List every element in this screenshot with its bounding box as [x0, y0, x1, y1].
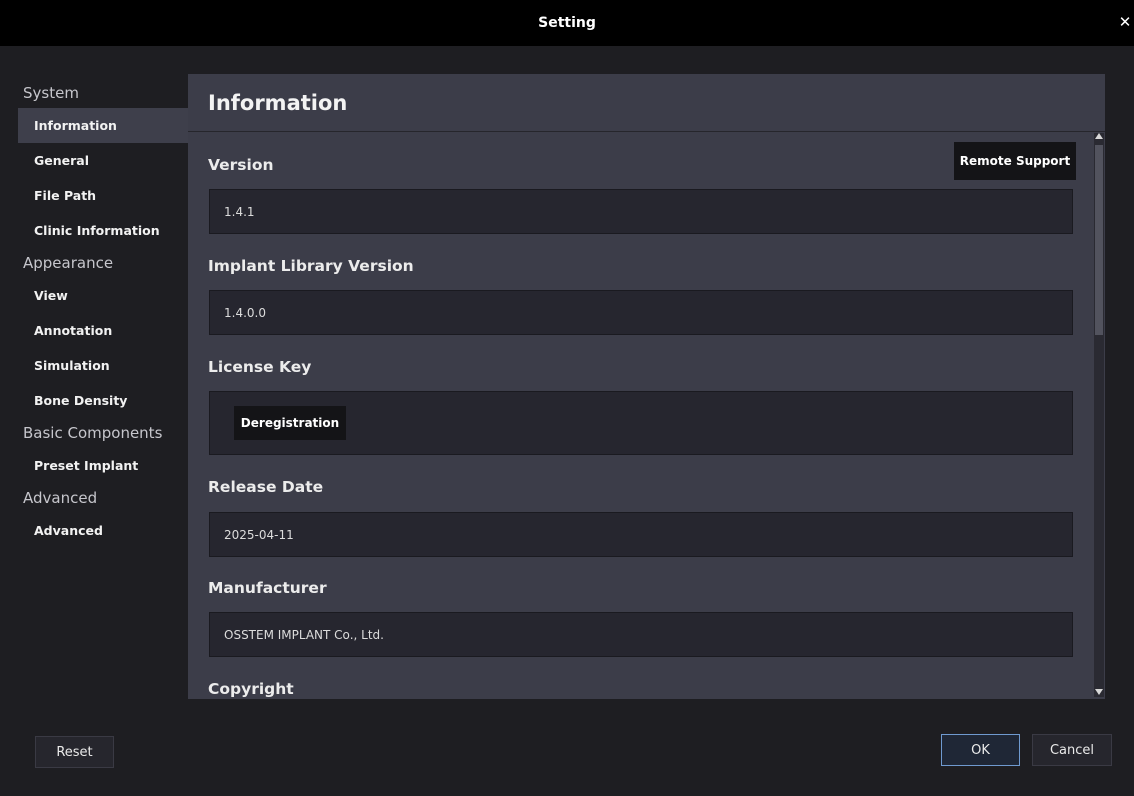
sidebar-item-preset-implant[interactable]: Preset Implant: [18, 448, 188, 483]
scroll-up-arrow-icon[interactable]: [1095, 133, 1103, 139]
information-panel: Information Version Remote Support 1.4.1…: [188, 74, 1105, 699]
sidebar-item-advanced[interactable]: Advanced: [18, 513, 188, 548]
window-title: Setting: [538, 15, 596, 31]
sidebar-item-general[interactable]: General: [18, 143, 188, 178]
copyright-label: Copyright: [208, 680, 294, 698]
close-icon[interactable]: ✕: [1118, 14, 1132, 30]
deregistration-button[interactable]: Deregistration: [234, 406, 346, 440]
sidebar-item-information[interactable]: Information: [18, 108, 188, 143]
scroll-down-arrow-icon[interactable]: [1095, 689, 1103, 695]
panel-title: Information: [208, 91, 348, 115]
sidebar-category-appearance: Appearance: [23, 254, 114, 272]
title-bar: Setting ✕: [0, 0, 1134, 46]
panel-header: Information: [188, 74, 1105, 132]
sidebar-item-bone-density[interactable]: Bone Density: [18, 383, 188, 418]
version-label: Version: [208, 156, 274, 174]
sidebar-item-annotation[interactable]: Annotation: [18, 313, 188, 348]
sidebar-category-advanced: Advanced: [23, 489, 98, 507]
manufacturer-label: Manufacturer: [208, 579, 327, 597]
license-key-label: License Key: [208, 358, 312, 376]
sidebar-category-basic-components: Basic Components: [23, 424, 163, 442]
sidebar-item-simulation[interactable]: Simulation: [18, 348, 188, 383]
manufacturer-field: OSSTEM IMPLANT Co., Ltd.: [209, 612, 1073, 657]
reset-button[interactable]: Reset: [35, 736, 114, 768]
implant-library-version-label: Implant Library Version: [208, 257, 414, 275]
scrollbar-thumb[interactable]: [1095, 145, 1103, 335]
sidebar-item-file-path[interactable]: File Path: [18, 178, 188, 213]
version-field: 1.4.1: [209, 189, 1073, 234]
implant-library-version-field: 1.4.0.0: [209, 290, 1073, 335]
sidebar-category-system: System: [23, 84, 79, 102]
remote-support-button[interactable]: Remote Support: [954, 142, 1076, 180]
sidebar-item-clinic-information[interactable]: Clinic Information: [18, 213, 188, 248]
sidebar-item-view[interactable]: View: [18, 278, 188, 313]
scrollbar[interactable]: [1094, 133, 1104, 697]
cancel-button[interactable]: Cancel: [1032, 734, 1112, 766]
panel-content: Version Remote Support 1.4.1 Implant Lib…: [188, 132, 1088, 699]
release-date-field: 2025-04-11: [209, 512, 1073, 557]
release-date-label: Release Date: [208, 478, 324, 496]
sidebar: System Information General File Path Cli…: [0, 78, 188, 548]
ok-button[interactable]: OK: [941, 734, 1020, 766]
license-key-field: Deregistration: [209, 391, 1073, 455]
